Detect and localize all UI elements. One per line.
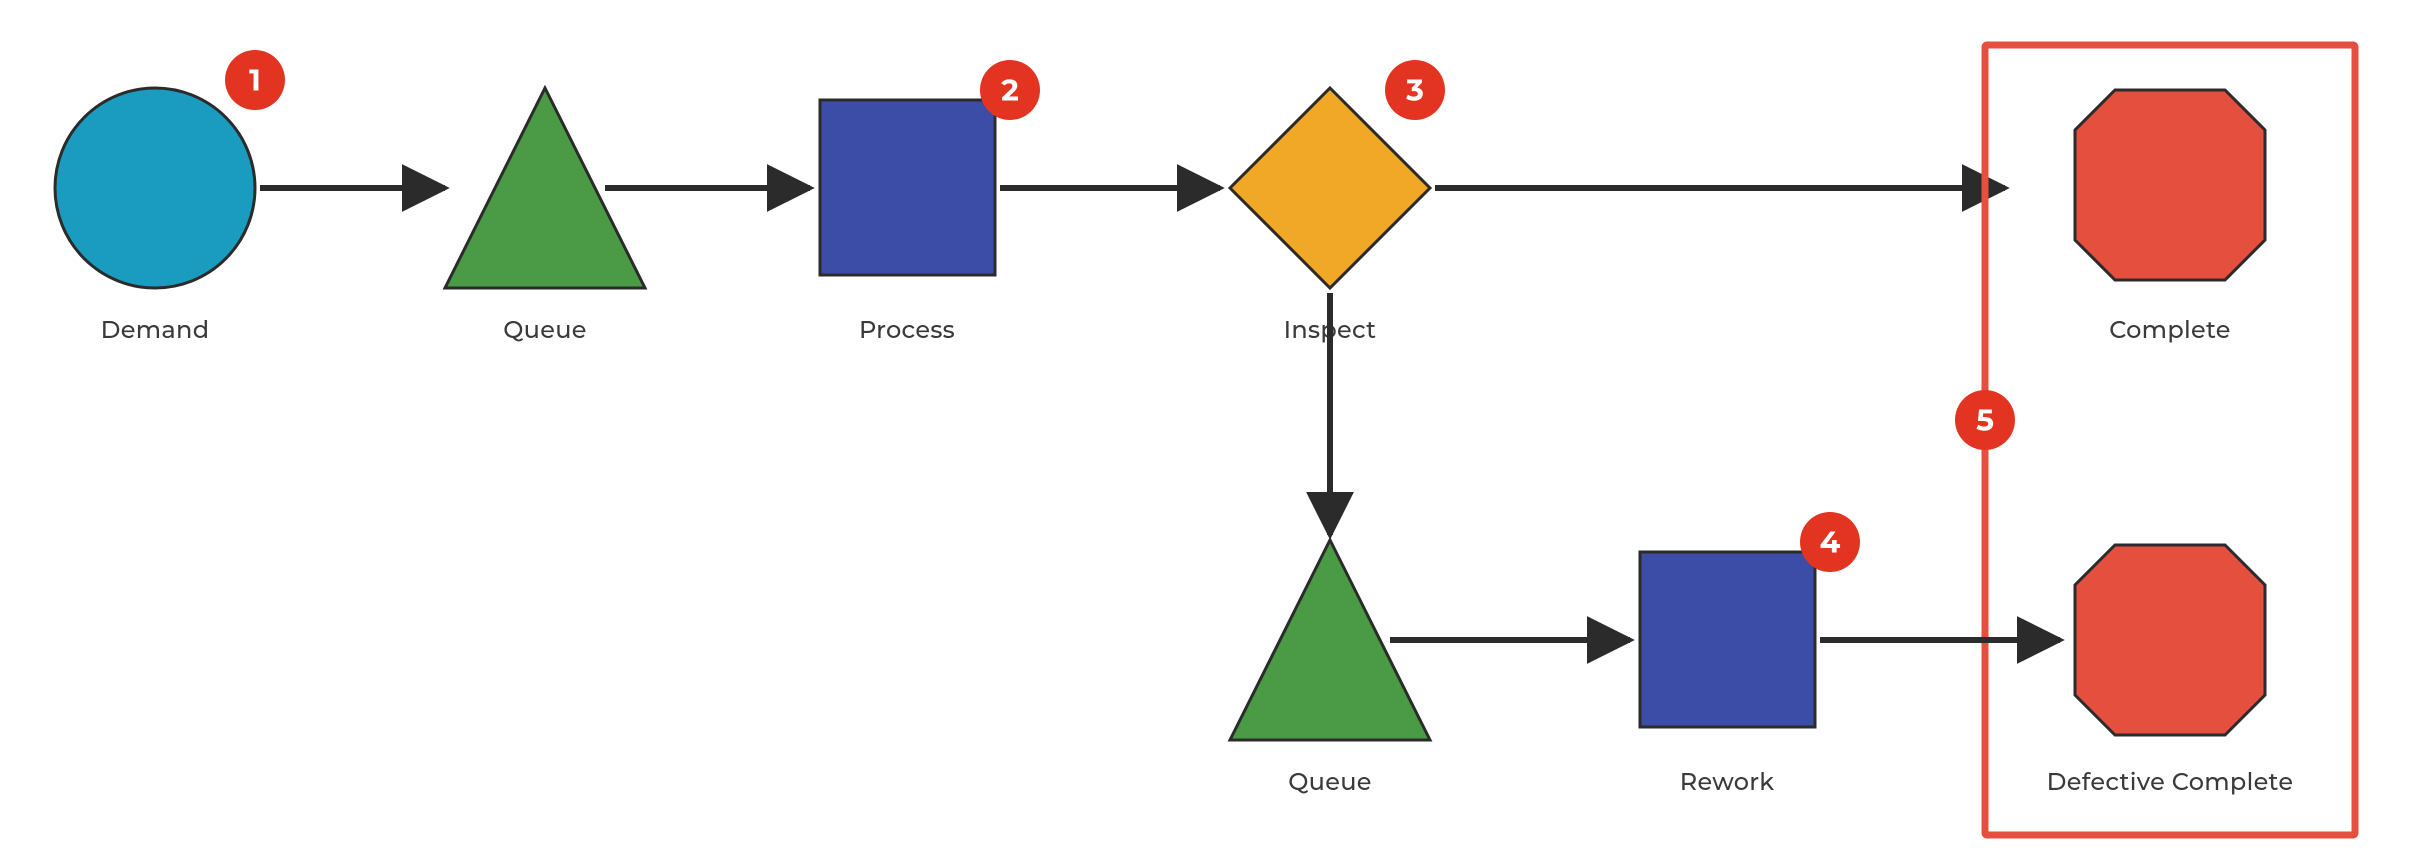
node-rework: Rework 4 — [1640, 512, 1860, 797]
defective-shape — [2075, 545, 2265, 735]
defective-label: Defective Complete — [2047, 768, 2294, 797]
badge-3-text: 3 — [1405, 72, 1424, 109]
process-label: Process — [859, 316, 955, 345]
rework-shape — [1640, 552, 1815, 727]
complete-label: Complete — [2109, 316, 2231, 345]
node-queue-2: Queue — [1230, 540, 1430, 797]
queue-2-label: Queue — [1288, 768, 1372, 797]
node-demand: Demand 1 — [55, 50, 285, 345]
complete-shape — [2075, 90, 2265, 280]
queue-1-label: Queue — [503, 316, 587, 345]
badge-1-text: 1 — [249, 62, 261, 99]
badge-5-text: 5 — [1976, 402, 1994, 439]
badge-4-text: 4 — [1820, 524, 1841, 561]
demand-label: Demand — [101, 316, 210, 345]
node-complete: Complete — [2075, 90, 2265, 345]
node-process: Process 2 — [820, 60, 1040, 345]
demand-shape — [55, 88, 255, 288]
node-inspect: Inspect 3 — [1230, 60, 1445, 345]
rework-label: Rework — [1680, 768, 1775, 797]
node-defective-complete: Defective Complete — [2047, 545, 2294, 797]
node-queue-1: Queue — [445, 88, 645, 345]
badge-2-text: 2 — [1001, 72, 1019, 109]
process-flow-diagram: Demand 1 Queue Process 2 Inspect 3 5 Com… — [0, 0, 2410, 853]
process-shape — [820, 100, 995, 275]
inspect-shape — [1230, 88, 1430, 288]
